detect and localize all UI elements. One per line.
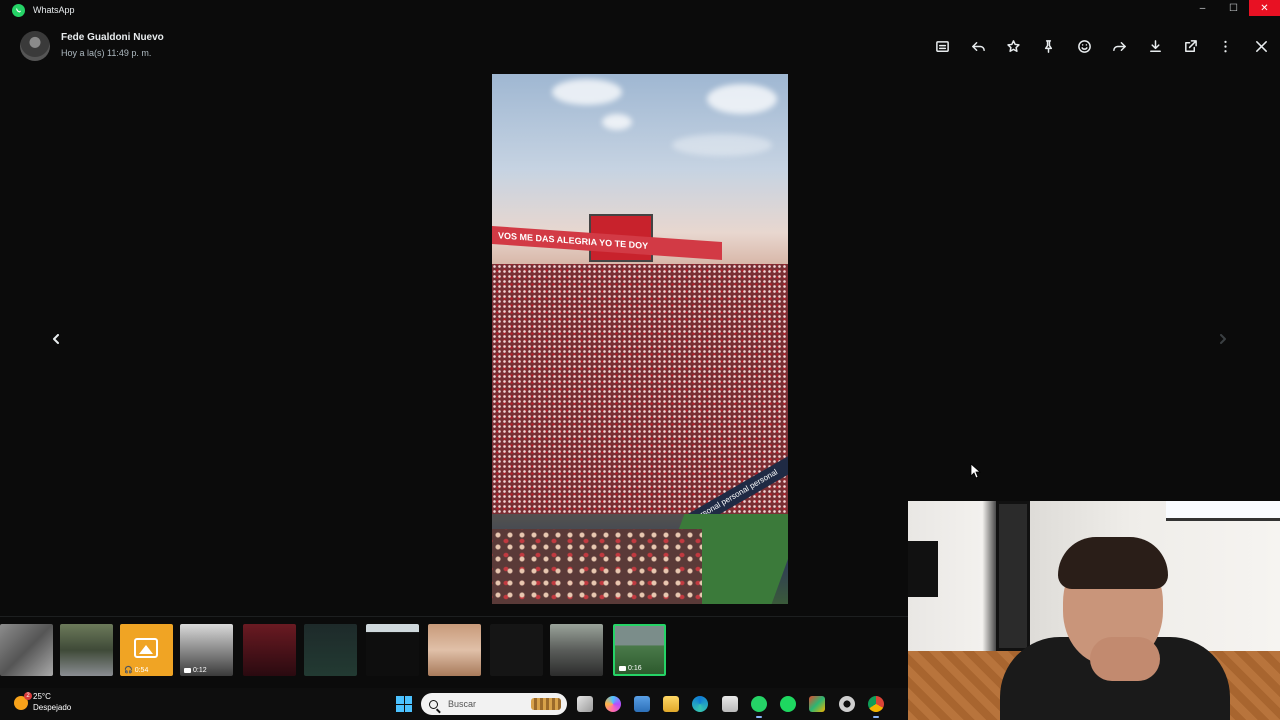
weather-widget[interactable]: 2 25°C Despejado: [14, 692, 71, 714]
task-view-icon[interactable]: [577, 696, 593, 712]
edge-icon[interactable]: [692, 696, 708, 712]
copilot-icon[interactable]: [605, 696, 621, 712]
television: [908, 541, 938, 597]
media-toolbar: [925, 35, 1279, 57]
photos-icon[interactable]: [634, 696, 650, 712]
message-timestamp: Hoy a la(s) 11:49 p. m.: [61, 48, 152, 58]
download-icon[interactable]: [1137, 35, 1172, 57]
thumbnail-badge: 0:16: [619, 665, 642, 672]
duration-label: 0:12: [193, 667, 207, 674]
window: [1166, 501, 1280, 521]
media-image[interactable]: VOS ME DAS ALEGRIA YO TE DOY personal pe…: [492, 74, 788, 604]
person-hand: [1090, 637, 1160, 681]
search-placeholder: Buscar: [448, 699, 477, 709]
store-icon[interactable]: [722, 696, 738, 712]
media-thumbnail[interactable]: [366, 624, 419, 676]
media-thumbnail[interactable]: [304, 624, 357, 676]
front-crowd: [492, 529, 702, 604]
weather-condition: Despejado: [33, 703, 72, 712]
chevron-right-icon: [1220, 334, 1226, 344]
caption-icon[interactable]: [925, 35, 960, 57]
video-icon: [184, 668, 191, 673]
media-thumbnail[interactable]: [0, 624, 53, 676]
media-thumbnail[interactable]: [550, 624, 603, 676]
thumbnail-badge: 🎧 0:54: [124, 666, 149, 675]
webcam-overlay: [908, 501, 1280, 720]
next-media-button[interactable]: [1214, 330, 1232, 348]
duration-label: 0:16: [628, 665, 642, 672]
app-title: WhatsApp: [33, 5, 75, 15]
media-thumbnail[interactable]: [428, 624, 481, 676]
minimize-icon[interactable]: –: [1187, 0, 1218, 16]
cloud: [602, 114, 632, 130]
title-bar: WhatsApp – ☐ ✕: [0, 0, 1280, 20]
spotify-icon[interactable]: [780, 696, 796, 712]
taskbar-search[interactable]: Buscar: [421, 693, 567, 715]
divider: [0, 616, 908, 617]
media-thumbnail[interactable]: [60, 624, 113, 676]
avatar[interactable]: [20, 31, 50, 61]
contact-name: Fede Gualdoni Nuevo: [61, 32, 164, 43]
thumbnail-badge: 0:12: [184, 667, 207, 674]
file-explorer-icon[interactable]: [663, 696, 679, 712]
media-thumbnail[interactable]: 0:12: [180, 624, 233, 676]
search-icon: [429, 699, 438, 709]
media-thumbnail[interactable]: [243, 624, 296, 676]
start-button[interactable]: [396, 696, 412, 712]
reply-icon[interactable]: [960, 35, 995, 57]
chrome-icon[interactable]: [868, 696, 884, 718]
previous-media-button[interactable]: [47, 330, 65, 348]
office-icon[interactable]: [809, 696, 825, 712]
person: [1000, 537, 1230, 720]
weather-temperature: 25°C: [33, 692, 51, 701]
star-icon[interactable]: [996, 35, 1031, 57]
emoji-icon[interactable]: [1067, 35, 1102, 57]
weather-sun-icon: 2: [14, 692, 32, 710]
media-thumbnail-strip: 🎧 0:54 0:12 0:16: [0, 624, 908, 676]
media-thumbnail-active[interactable]: 0:16: [613, 624, 666, 676]
whatsapp-icon: [12, 3, 25, 17]
whatsapp-taskbar-icon[interactable]: [751, 696, 767, 718]
pin-icon[interactable]: [1031, 35, 1066, 57]
maximize-icon[interactable]: ☐: [1218, 0, 1249, 16]
window-controls: – ☐ ✕: [1187, 0, 1280, 16]
media-thumbnail[interactable]: [490, 624, 543, 676]
weather-badge: 2: [24, 692, 32, 700]
image-placeholder-icon: [134, 638, 158, 658]
open-external-icon[interactable]: [1173, 35, 1208, 57]
chevron-left-icon: [53, 334, 59, 344]
crowd: [492, 264, 788, 514]
close-window-icon[interactable]: ✕: [1249, 0, 1280, 16]
settings-icon[interactable]: [839, 696, 855, 712]
video-icon: [619, 666, 626, 671]
cloud: [672, 134, 772, 156]
more-icon[interactable]: [1208, 35, 1243, 57]
taskbar: 2 25°C Despejado Buscar: [0, 688, 908, 720]
cloud: [707, 84, 777, 114]
duration-label: 0:54: [134, 666, 149, 674]
person-hair: [1058, 537, 1168, 589]
headphones-icon: 🎧: [124, 667, 133, 674]
close-viewer-icon[interactable]: [1244, 35, 1279, 57]
forward-icon[interactable]: [1102, 35, 1137, 57]
search-highlight-icon: [531, 698, 561, 710]
cloud: [552, 79, 622, 105]
media-viewer-header: Fede Gualdoni Nuevo Hoy a la(s) 11:49 p.…: [0, 22, 1280, 72]
media-thumbnail[interactable]: 🎧 0:54: [120, 624, 173, 676]
